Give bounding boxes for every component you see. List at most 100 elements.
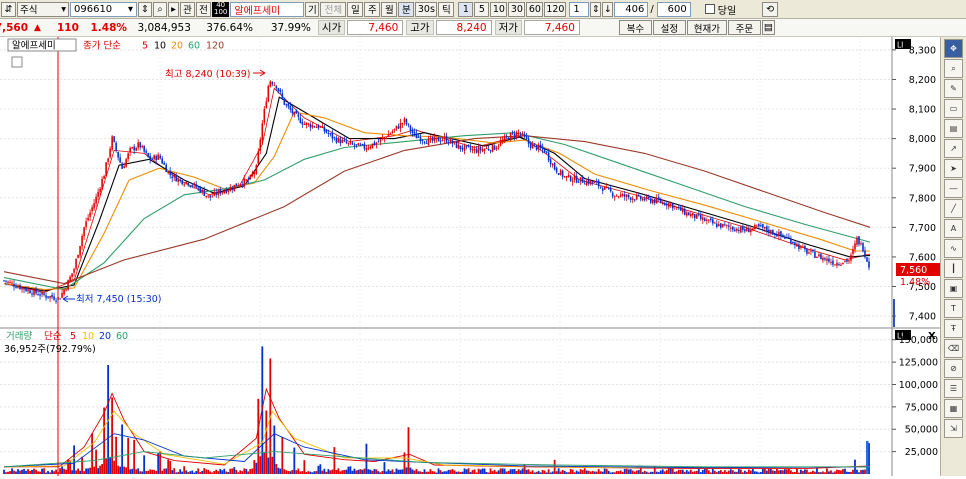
candle-down xyxy=(317,125,320,129)
volume-bar-up xyxy=(834,471,836,474)
candle-up xyxy=(221,191,224,194)
tool-brush-icon[interactable]: ✎ xyxy=(944,79,963,98)
current-price-button[interactable]: 현재가 xyxy=(686,20,727,35)
volume-bar-up xyxy=(794,472,796,474)
tool-wave-icon[interactable]: ∿ xyxy=(944,239,963,258)
volume-bar-up xyxy=(207,469,210,474)
volume-bar-up xyxy=(59,468,61,474)
candle-down xyxy=(475,149,478,153)
volume-bar-up xyxy=(587,470,590,474)
tool-pointer-icon[interactable]: ➤ xyxy=(944,159,963,178)
volume-bar-down xyxy=(97,468,100,474)
candle-up xyxy=(341,139,344,143)
volume-ma-legend-label: 단순 xyxy=(44,331,62,342)
gi-button[interactable]: 기 xyxy=(305,1,320,17)
volume-bar-up xyxy=(187,472,190,474)
candle-up xyxy=(131,147,133,149)
tool-text-icon[interactable]: T xyxy=(944,299,963,318)
full-button[interactable]: 전 xyxy=(196,1,211,17)
volume-bar-up xyxy=(595,471,598,474)
interval-5-button[interactable]: 5 xyxy=(474,1,490,17)
restore-button[interactable]: 복수 xyxy=(618,20,652,35)
interval-10-button[interactable]: 10 xyxy=(490,1,508,17)
volume-bar-down xyxy=(181,471,184,474)
interval-stepper-icon[interactable]: ⇕ xyxy=(590,1,602,17)
interval-input[interactable]: 1 xyxy=(569,1,590,17)
tool-erase-all-icon[interactable]: ⊘ xyxy=(944,359,963,378)
tool-hline-icon[interactable]: ― xyxy=(944,179,963,198)
refresh-icon[interactable]: ⟲ xyxy=(762,1,779,17)
period-30s-button[interactable]: 30s xyxy=(415,1,438,17)
up-down-icon[interactable]: ⇕ xyxy=(138,1,152,17)
window-icon[interactable]: ▤ xyxy=(761,20,775,35)
stock-name-field[interactable]: 알에프세미 xyxy=(230,1,305,17)
candle-up xyxy=(621,194,624,196)
candle-down xyxy=(814,252,816,258)
today-checkbox[interactable] xyxy=(704,4,715,14)
tool-auto-icon[interactable]: A xyxy=(944,219,963,238)
volume-bar-up xyxy=(515,471,518,474)
settings-button[interactable]: 설정 xyxy=(652,20,686,35)
tool-crosshair-icon[interactable]: ✥ xyxy=(944,39,963,58)
volume-bar-down xyxy=(607,470,610,474)
period-tick-button[interactable]: 틱 xyxy=(438,1,455,17)
interval-1-button[interactable]: 1 xyxy=(458,1,474,17)
interval-30-button[interactable]: 30 xyxy=(508,1,526,17)
panel-toggle-checkbox[interactable] xyxy=(11,56,23,68)
volume-bar-down xyxy=(673,471,676,474)
volume-bar-up xyxy=(725,471,728,474)
interval-120-button[interactable]: 120 xyxy=(544,1,567,17)
candle-up xyxy=(842,262,844,265)
candle-down xyxy=(437,137,440,142)
count-input[interactable]: 406 xyxy=(614,1,649,17)
candle-down xyxy=(489,150,492,152)
volume-bar-up xyxy=(363,468,366,474)
tool-candle-icon[interactable]: ┃ xyxy=(944,259,963,278)
interval-60-button[interactable]: 60 xyxy=(526,1,544,17)
volume-bar-down xyxy=(501,468,504,474)
play-icon[interactable]: ▸ xyxy=(168,1,179,17)
tool-eraser-icon[interactable]: ⌫ xyxy=(944,339,963,358)
volume-bar-down xyxy=(645,471,648,474)
tool-list-icon[interactable]: ☰ xyxy=(944,379,963,398)
volume-bar-up xyxy=(830,470,832,474)
period-minute-button[interactable]: 분 xyxy=(398,1,415,17)
search-icon[interactable]: ⌕ xyxy=(153,1,167,17)
price-tick-label: 8,100 xyxy=(909,105,936,116)
tool-trendline-icon[interactable]: ╱ xyxy=(944,199,963,218)
volume-bar-up xyxy=(824,472,826,474)
chart-canvas[interactable]: 알에프세미 종가 단순 5 10 20 60 120 최고 8,240 (10:… xyxy=(0,37,940,476)
volume-bar-down xyxy=(311,472,314,474)
volume-bar-up xyxy=(709,472,712,474)
tool-arrow-icon[interactable]: ↗ xyxy=(944,139,963,158)
tool-export-icon[interactable]: ⇲ xyxy=(944,419,963,438)
candle-up xyxy=(65,289,67,291)
tool-doc-icon[interactable]: ▤ xyxy=(944,119,963,138)
period-month-button[interactable]: 월 xyxy=(381,1,398,17)
stock-code-input[interactable]: 096610 ▾ xyxy=(70,1,137,17)
toggle-icon[interactable]: ⇵ xyxy=(1,1,16,17)
tool-magnifier-icon[interactable]: ⌕ xyxy=(944,59,963,78)
related-button[interactable]: 관 xyxy=(180,1,195,17)
order-button[interactable]: 주문 xyxy=(727,20,761,35)
tool-box-icon[interactable]: ▣ xyxy=(944,279,963,298)
volume-bar-down xyxy=(761,468,764,474)
candle-up xyxy=(157,154,159,160)
volume-bar-up xyxy=(439,470,442,474)
period-day-button[interactable]: 일 xyxy=(347,1,364,17)
volume-bar-up xyxy=(301,471,304,474)
tool-grid-icon[interactable]: ▦ xyxy=(944,399,963,418)
all-button[interactable]: 전체 xyxy=(320,1,347,17)
down-arrow-icon[interactable]: ↓ xyxy=(602,1,614,17)
volume-bar-up xyxy=(792,472,794,474)
tool-ruler-icon[interactable]: ▭ xyxy=(944,99,963,118)
candle-down xyxy=(133,146,135,151)
tool-text-alt-icon[interactable]: Ŧ xyxy=(944,319,963,338)
candle-up xyxy=(269,81,272,87)
volume-bar-down xyxy=(862,469,864,474)
market-type-dropdown[interactable]: 주식 ▾ xyxy=(17,1,69,17)
volume-bar-up xyxy=(325,471,328,474)
volume-bar-up xyxy=(65,469,67,474)
period-week-button[interactable]: 주 xyxy=(364,1,381,17)
volume-bar-up xyxy=(253,460,256,474)
